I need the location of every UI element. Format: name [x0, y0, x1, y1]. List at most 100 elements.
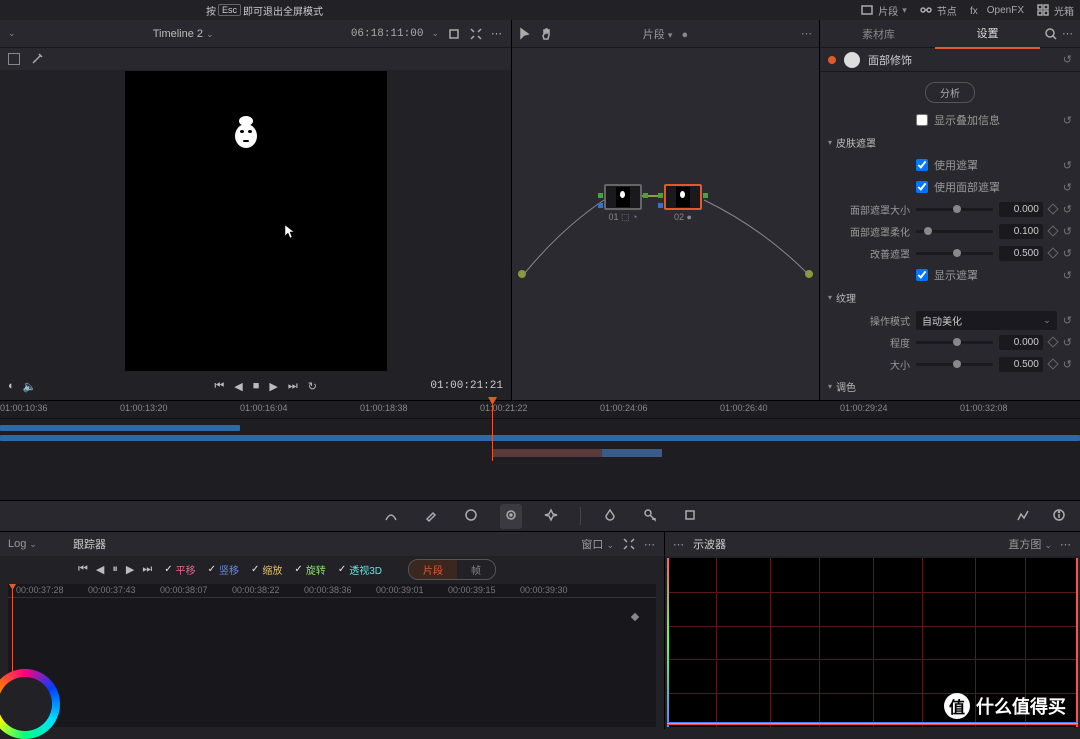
nodes-toggle[interactable]: 节点 — [919, 3, 957, 18]
pill-clip[interactable]: 片段 — [409, 560, 457, 579]
effect-enable-toggle[interactable] — [828, 56, 836, 64]
reset-icon[interactable]: ↺ — [1063, 203, 1072, 216]
search-icon[interactable] — [1044, 27, 1058, 41]
loop-button[interactable]: ↻ — [308, 380, 317, 393]
keyframes-panel-icon[interactable] — [1012, 504, 1034, 529]
tracker-mode-dropdown[interactable]: Log ⌄ — [8, 538, 37, 550]
reset-icon[interactable]: ↺ — [1063, 358, 1072, 371]
reset-icon[interactable]: ↺ — [1063, 159, 1072, 172]
thumbnail-timeline[interactable]: 01:00:10:3601:00:13:2001:00:16:0401:00:1… — [0, 400, 1080, 500]
openfx-toggle[interactable]: fx OpenFX — [969, 3, 1024, 17]
node-2-output[interactable] — [703, 193, 708, 198]
scopes-menu-right-icon[interactable]: ⋯ — [1060, 538, 1072, 551]
reset-icon[interactable]: ↺ — [1063, 269, 1072, 282]
reset-icon[interactable]: ↺ — [1063, 314, 1072, 327]
tracker-window-dropdown[interactable]: 窗口 ⌄ — [581, 536, 614, 552]
node-1-input[interactable] — [598, 193, 603, 198]
play-button[interactable]: ▶ — [269, 380, 277, 393]
scopes-mode-dropdown[interactable]: 直方图 ⌄ — [1008, 536, 1052, 552]
size-slider[interactable] — [916, 363, 993, 366]
track-rotate-toggle[interactable]: ✓旋转 — [294, 562, 325, 577]
curves-icon[interactable] — [380, 504, 402, 529]
tracker-graph[interactable]: 00:00:37:2800:00:37:4300:00:38:0700:00:3… — [8, 584, 656, 727]
reset-icon[interactable]: ↺ — [1063, 247, 1072, 260]
timeline-name-dropdown[interactable]: Timeline 2 ⌄ — [153, 28, 214, 40]
node-2[interactable] — [664, 184, 702, 210]
level-value[interactable]: 0.000 — [999, 335, 1043, 350]
track-3d-toggle[interactable]: ✓透视3D — [338, 562, 382, 577]
timeline-playhead[interactable] — [492, 401, 493, 461]
show-mask-checkbox[interactable] — [916, 269, 928, 281]
use-mask-checkbox[interactable] — [916, 159, 928, 171]
clips-toggle[interactable]: 片段▾ — [860, 3, 907, 18]
highlight-icon[interactable] — [447, 27, 461, 41]
keyframe-icon[interactable] — [1047, 247, 1058, 258]
node-2-alpha-in[interactable] — [658, 203, 663, 208]
wand-icon[interactable] — [30, 52, 44, 66]
reset-icon[interactable]: ↺ — [1063, 336, 1072, 349]
face-mask-soft-value[interactable]: 0.100 — [999, 224, 1043, 239]
bypass-icon[interactable]: ◐ — [8, 380, 15, 392]
expand-tracker-icon[interactable] — [622, 537, 636, 551]
pointer-icon[interactable] — [518, 27, 532, 41]
track-forward-button[interactable]: ▶ — [126, 563, 134, 576]
viewer-menu-icon[interactable]: ⋯ — [491, 27, 503, 40]
inspector-menu-icon[interactable]: ⋯ — [1062, 27, 1074, 40]
node-menu-icon[interactable]: ⋯ — [801, 27, 813, 40]
face-mask-soft-slider[interactable] — [916, 230, 993, 233]
keyframe-icon[interactable] — [1047, 336, 1058, 347]
timeline-ruler[interactable]: 01:00:10:3601:00:13:2001:00:16:0401:00:1… — [0, 401, 1080, 419]
magic-mask-icon[interactable] — [540, 504, 562, 529]
track-first-button[interactable]: ⏮ — [78, 563, 88, 576]
track-pause-button[interactable]: ⏸ — [112, 563, 118, 576]
play-reverse-button[interactable]: ◀ — [234, 380, 242, 393]
key-icon[interactable] — [639, 504, 661, 529]
keyframe-marker[interactable] — [631, 613, 639, 621]
reset-icon[interactable]: ↺ — [1063, 181, 1072, 194]
viewer-canvas[interactable] — [0, 70, 511, 372]
operation-mode-dropdown[interactable]: 自动美化⌄ — [916, 311, 1057, 330]
reset-icon[interactable]: ↺ — [1063, 225, 1072, 238]
show-overlay-checkbox[interactable] — [916, 114, 928, 126]
node-1[interactable] — [604, 184, 642, 210]
keyframe-icon[interactable] — [1047, 358, 1058, 369]
last-frame-button[interactable]: ⏭ — [288, 380, 298, 393]
sizing-icon[interactable] — [679, 504, 701, 529]
tracker-icon[interactable] — [500, 504, 522, 529]
reset-all-icon[interactable]: ↺ — [1063, 53, 1072, 66]
track-last-button[interactable]: ⏭ — [142, 563, 152, 576]
tab-settings[interactable]: 设置 — [935, 19, 1040, 49]
section-skin-mask[interactable]: 皮肤遮罩 — [820, 131, 1080, 154]
keyframe-icon[interactable] — [1047, 203, 1058, 214]
node-1-output[interactable] — [643, 193, 648, 198]
stop-button[interactable]: ■ — [253, 380, 260, 392]
face-mask-size-slider[interactable] — [916, 208, 993, 211]
lightbox-toggle[interactable]: 光箱 — [1036, 3, 1074, 18]
node-editor-title[interactable]: 片段 ▾ ● — [643, 26, 688, 42]
refine-mask-slider[interactable] — [916, 252, 993, 255]
face-mask-size-value[interactable]: 0.000 — [999, 202, 1043, 217]
scopes-menu-left-icon[interactable]: ⋯ — [673, 538, 685, 551]
node-2-input[interactable] — [658, 193, 663, 198]
level-slider[interactable] — [916, 341, 993, 344]
window-icon[interactable] — [460, 504, 482, 529]
keyframe-icon[interactable] — [1047, 225, 1058, 236]
hand-icon[interactable] — [540, 27, 554, 41]
section-tone[interactable]: 调色 — [820, 375, 1080, 398]
section-texture[interactable]: 纹理 — [820, 286, 1080, 309]
pill-frame[interactable]: 帧 — [457, 560, 495, 579]
reset-icon[interactable]: ↺ — [1063, 114, 1072, 127]
mute-icon[interactable]: 🔈 — [23, 380, 37, 393]
info-icon[interactable] — [1048, 504, 1070, 529]
track-tilt-toggle[interactable]: ✓竖移 — [208, 562, 239, 577]
node-canvas[interactable]: 01 ⬚ ◔ 02 ● — [512, 48, 819, 400]
node-1-alpha-in[interactable] — [598, 203, 603, 208]
expand-viewer-icon[interactable] — [469, 27, 483, 41]
blur-icon[interactable] — [599, 504, 621, 529]
refine-mask-value[interactable]: 0.500 — [999, 246, 1043, 261]
first-frame-button[interactable]: ⏮ — [214, 380, 224, 393]
image-wipe-icon[interactable] — [8, 53, 20, 65]
expand-icon[interactable]: ⌄ — [8, 28, 16, 39]
tracker-menu-icon[interactable]: ⋯ — [644, 538, 656, 551]
track-reverse-button[interactable]: ◀ — [96, 563, 104, 576]
